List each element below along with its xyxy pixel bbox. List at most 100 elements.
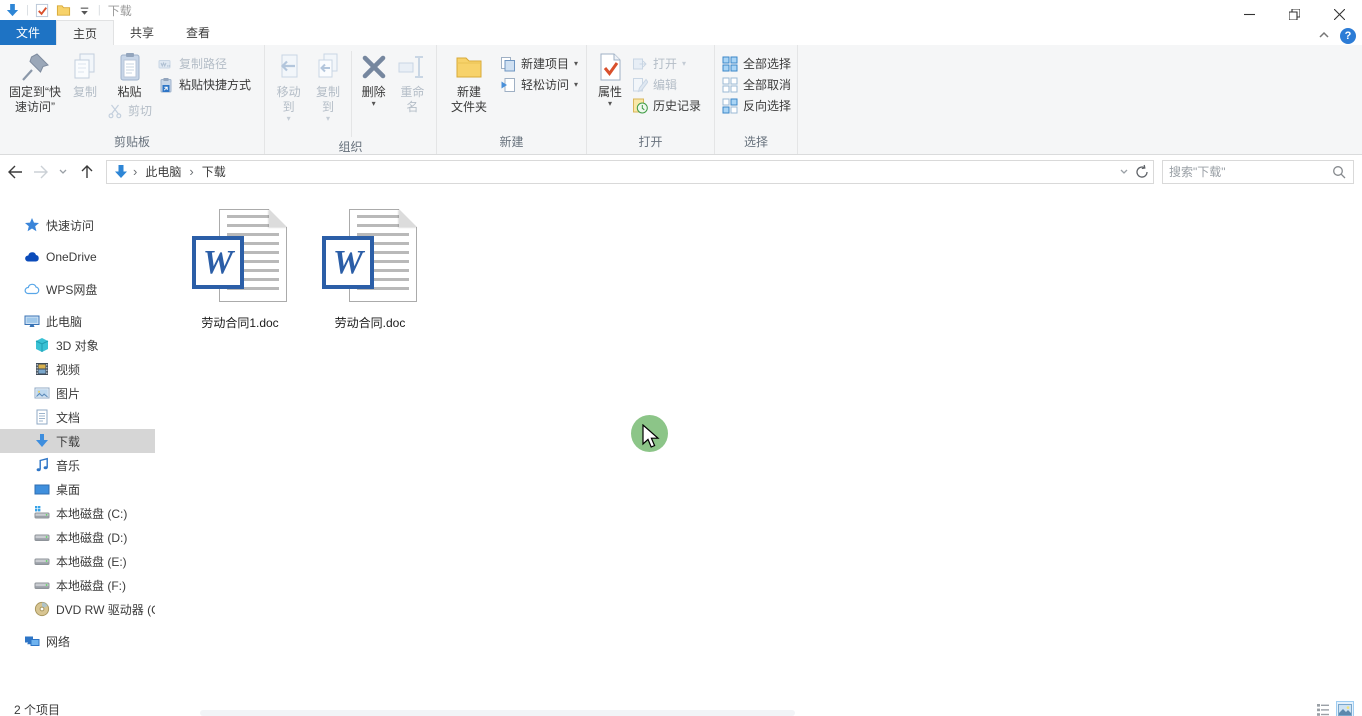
properties-icon xyxy=(594,51,626,83)
properties-button[interactable]: 属性▾ xyxy=(591,49,629,107)
tab-view[interactable]: 查看 xyxy=(170,20,226,45)
forward-icon[interactable] xyxy=(32,163,50,181)
sidebar-item-disk-e[interactable]: 本地磁盘 (E:) xyxy=(0,549,155,573)
sidebar-item-label: DVD RW 驱动器 (G:) xyxy=(56,601,155,618)
history-button[interactable]: 历史记录 xyxy=(629,95,704,116)
word-badge: W xyxy=(322,236,374,289)
sidebar-item-onedrive[interactable]: OneDrive xyxy=(0,245,155,269)
sidebar-item-this-pc[interactable]: 此电脑 xyxy=(0,309,155,333)
new-item-button[interactable]: 新建项目▾ xyxy=(497,53,581,74)
sidebar-item-3d-objects[interactable]: 3D 对象 xyxy=(0,333,155,357)
paste-button[interactable]: 粘贴 xyxy=(104,49,155,100)
new-folder-button[interactable]: 新建文件夹 xyxy=(441,49,497,115)
sidebar-item-downloads[interactable]: 下载 xyxy=(0,429,155,453)
sidebar-item-pictures[interactable]: 图片 xyxy=(0,381,155,405)
computer-icon xyxy=(24,313,40,329)
cut-button[interactable]: 剪切 xyxy=(104,100,155,121)
copy-icon xyxy=(69,51,101,83)
navigation-bar: › 此电脑 › 下载 xyxy=(0,155,1362,188)
ribbon-group-open: 属性▾ 打开▾ 编辑 历史记录 打开 xyxy=(587,45,715,154)
file-item[interactable]: W 劳动合同1.doc xyxy=(175,205,305,331)
edit-button[interactable]: 编辑 xyxy=(629,74,704,95)
sidebar-item-documents[interactable]: 文档 xyxy=(0,405,155,429)
easy-access-button[interactable]: 轻松访问▾ xyxy=(497,74,581,95)
sidebar-item-label: 音乐 xyxy=(56,457,80,474)
move-to-icon xyxy=(273,51,305,83)
titlebar: | | 下载 xyxy=(0,0,1362,20)
sidebar-item-label: 文档 xyxy=(56,409,80,426)
sidebar-item-disk-d[interactable]: 本地磁盘 (D:) xyxy=(0,525,155,549)
new-item-icon xyxy=(500,56,516,72)
sidebar-item-quick-access[interactable]: 快速访问 xyxy=(0,213,155,237)
sidebar-item-music[interactable]: 音乐 xyxy=(0,453,155,477)
ribbon-group-clipboard: 固定到“快速访问” 复制 粘贴 剪切 xyxy=(0,45,265,154)
sidebar-item-label: WPS网盘 xyxy=(46,281,97,298)
qat-dropdown-icon[interactable] xyxy=(77,3,92,18)
new-folder-icon[interactable] xyxy=(56,3,71,18)
sidebar-item-network[interactable]: 网络 xyxy=(0,629,155,653)
sidebar-item-dvd-drive[interactable]: DVD RW 驱动器 (G:) xyxy=(0,597,155,621)
sidebar-item-videos[interactable]: 视频 xyxy=(0,357,155,381)
files: W 劳动合同1.doc W劳动合同.doc xyxy=(175,205,1362,331)
tab-home[interactable]: 主页 xyxy=(56,20,114,45)
invert-selection-button[interactable]: 反向选择 xyxy=(719,95,794,116)
sidebar-item-wps-cloud[interactable]: WPS网盘 xyxy=(0,277,155,301)
desktop-icon xyxy=(34,481,50,497)
back-icon[interactable] xyxy=(6,163,24,181)
sidebar-item-label: 本地磁盘 (C:) xyxy=(56,505,127,522)
sidebar-item-disk-c[interactable]: 本地磁盘 (C:) xyxy=(0,501,155,525)
taskbar-edge-hint xyxy=(200,710,795,716)
refresh-icon[interactable] xyxy=(1133,163,1151,181)
file-name: 劳动合同1.doc xyxy=(201,314,278,331)
copy-button[interactable]: 复制 xyxy=(66,49,104,100)
breadcrumb-current[interactable]: 下载 xyxy=(198,161,230,183)
paste-shortcut-button[interactable]: 粘贴快捷方式 xyxy=(155,74,254,95)
open-button[interactable]: 打开▾ xyxy=(629,53,704,74)
help-icon[interactable]: ? xyxy=(1340,28,1356,44)
details-view-button[interactable] xyxy=(1314,701,1332,716)
sidebar-item-disk-f[interactable]: 本地磁盘 (F:) xyxy=(0,573,155,597)
pin-to-quick-access-button[interactable]: 固定到“快速访问” xyxy=(4,49,66,115)
sidebar-item-label: 快速访问 xyxy=(46,217,94,234)
breadcrumb-this-pc[interactable]: 此电脑 xyxy=(141,161,185,183)
sidebar-item-label: 3D 对象 xyxy=(56,337,99,354)
paste-shortcut-icon xyxy=(158,77,174,93)
search-input[interactable] xyxy=(1169,165,1331,179)
sidebar-item-label: 本地磁盘 (F:) xyxy=(56,577,126,594)
address-dropdown-icon[interactable] xyxy=(1115,163,1133,181)
move-to-button[interactable]: 移动到▾ xyxy=(269,49,308,122)
address-bar[interactable]: › 此电脑 › 下载 xyxy=(106,160,1154,184)
collapse-ribbon-icon[interactable] xyxy=(1318,29,1330,44)
properties-icon[interactable] xyxy=(35,3,50,18)
ribbon-group-organize: 移动到▾ 复制到▾ 删除▾ 重命名 组织 xyxy=(265,45,437,154)
open-icon xyxy=(632,56,648,72)
recent-locations-icon[interactable] xyxy=(54,163,72,181)
tab-file[interactable]: 文件 xyxy=(0,20,56,45)
cut-icon xyxy=(107,103,123,119)
up-icon[interactable] xyxy=(78,163,96,181)
group-label-new: 新建 xyxy=(437,132,586,154)
select-all-button[interactable]: 全部选择 xyxy=(719,53,794,74)
word-badge-letter: W xyxy=(203,244,233,282)
delete-button[interactable]: 删除▾ xyxy=(355,49,393,107)
group-label-clipboard: 剪贴板 xyxy=(0,132,264,154)
quick-access-toolbar: | | xyxy=(5,3,101,18)
rename-button[interactable]: 重命名 xyxy=(393,49,432,115)
large-icons-view-button[interactable] xyxy=(1336,701,1354,716)
sidebar-item-desktop[interactable]: 桌面 xyxy=(0,477,155,501)
sidebar-item-label: OneDrive xyxy=(46,250,97,264)
downloads-folder-icon xyxy=(113,164,129,180)
file-list-area[interactable]: W 劳动合同1.doc W劳动合同.doc xyxy=(155,188,1362,700)
picture-icon xyxy=(34,385,50,401)
download-icon xyxy=(34,433,50,449)
deselect-all-button[interactable]: 全部取消 xyxy=(719,74,794,95)
word-badge-letter: W xyxy=(333,244,363,282)
search-icon[interactable] xyxy=(1331,164,1347,180)
copy-to-button[interactable]: 复制到▾ xyxy=(308,49,347,122)
sidebar-item-label: 本地磁盘 (E:) xyxy=(56,553,127,570)
ribbon-group-new: 新建文件夹 新建项目▾ 轻松访问▾ 新建 xyxy=(437,45,587,154)
group-label-open: 打开 xyxy=(587,132,714,154)
file-item[interactable]: W劳动合同.doc xyxy=(305,205,435,331)
tab-share[interactable]: 共享 xyxy=(114,20,170,45)
copy-path-button[interactable]: 复制路径 xyxy=(155,53,254,74)
